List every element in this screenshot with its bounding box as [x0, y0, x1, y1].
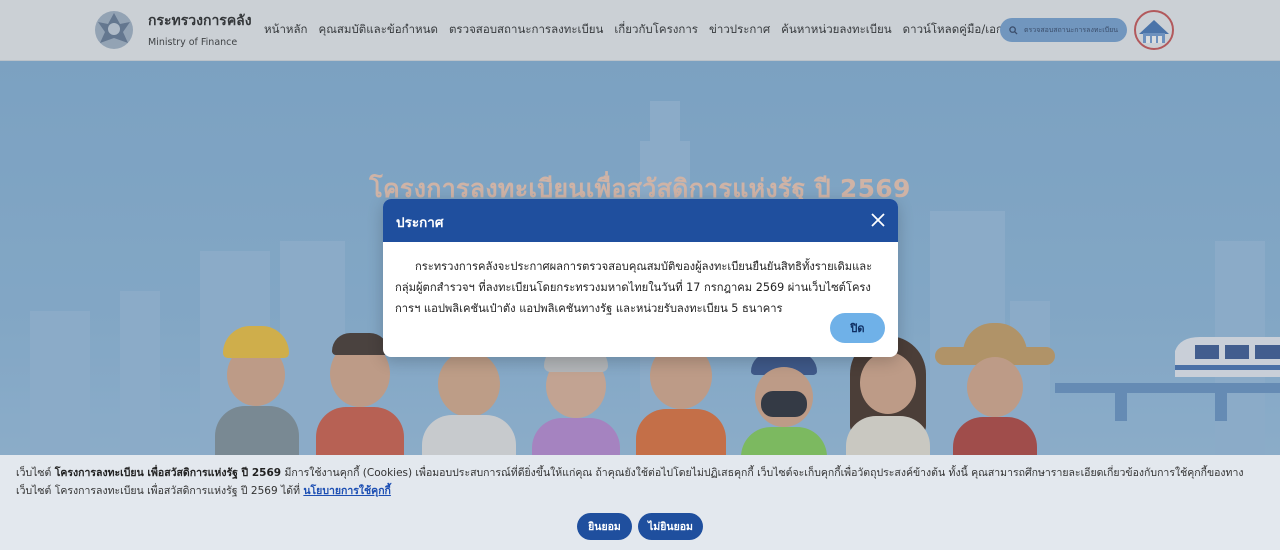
modal-title: ประกาศ — [396, 215, 444, 231]
modal-body-text: กระทรวงการคลังจะประกาศผลการตรวจสอบคุณสมบ… — [395, 260, 873, 315]
cookie-site-name: โครงการลงทะเบียน เพื่อสวัสดิการแห่งรัฐ ป… — [54, 467, 282, 479]
cookie-accept-button[interactable]: ยินยอม — [577, 513, 632, 540]
cookie-decline-button[interactable]: ไม่ยินยอม — [638, 513, 703, 540]
cookie-consent-text: เว็บไซต์ โครงการลงทะเบียน เพื่อสวัสดิการ… — [16, 464, 1266, 500]
cookie-text-prefix: เว็บไซต์ — [16, 467, 55, 479]
cookie-policy-link[interactable]: นโยบายการใช้คุกกี้ — [303, 485, 391, 497]
cookie-consent-bar: เว็บไซต์ โครงการลงทะเบียน เพื่อสวัสดิการ… — [0, 455, 1280, 550]
modal-header: ประกาศ — [383, 199, 898, 242]
announcement-modal: ประกาศ กระทรวงการคลังจะประกาศผลการตรวจสอ… — [383, 199, 898, 357]
close-icon[interactable] — [869, 211, 887, 229]
modal-close-button[interactable]: ปิด — [830, 313, 885, 343]
